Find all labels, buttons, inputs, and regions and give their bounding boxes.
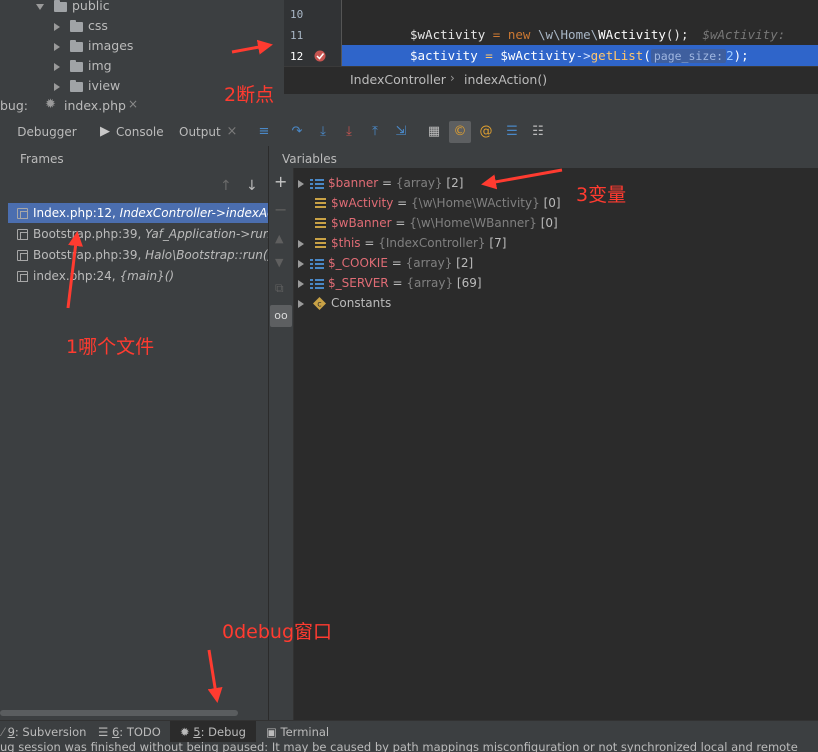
- arrow-to-frame: [66, 231, 83, 309]
- tab-todo[interactable]: ☰ 6: TODO: [98, 721, 161, 743]
- tab-subversion[interactable]: ⁄ 9: Subversion: [0, 721, 86, 743]
- annotation-file: 1哪个文件: [66, 336, 155, 358]
- status-text: ug session was finished without being pa…: [0, 742, 798, 752]
- arrow-to-debug-tab: [207, 649, 223, 703]
- annotation-breakpoint: 2断点: [224, 84, 275, 106]
- tab-terminal[interactable]: ▣ Terminal: [266, 721, 329, 743]
- arrow-to-breakpoint: [231, 39, 273, 55]
- terminal-icon: ▣: [266, 725, 281, 739]
- annotation-variables: 3变量: [576, 184, 627, 206]
- bug-icon: ✹: [180, 725, 194, 739]
- todo-icon: ☰: [98, 725, 112, 739]
- annotation-arrows: [66, 39, 563, 703]
- tool-window-bar: ⁄ 9: Subversion ☰ 6: TODO ✹ 5: Debug ▣ T…: [0, 720, 818, 743]
- status-bar: ug session was finished without being pa…: [0, 742, 818, 752]
- tab-debug[interactable]: ✹ 5: Debug: [170, 721, 256, 743]
- arrow-to-variables: [481, 168, 563, 190]
- annotation-debug-window: 0debug窗口: [222, 621, 333, 643]
